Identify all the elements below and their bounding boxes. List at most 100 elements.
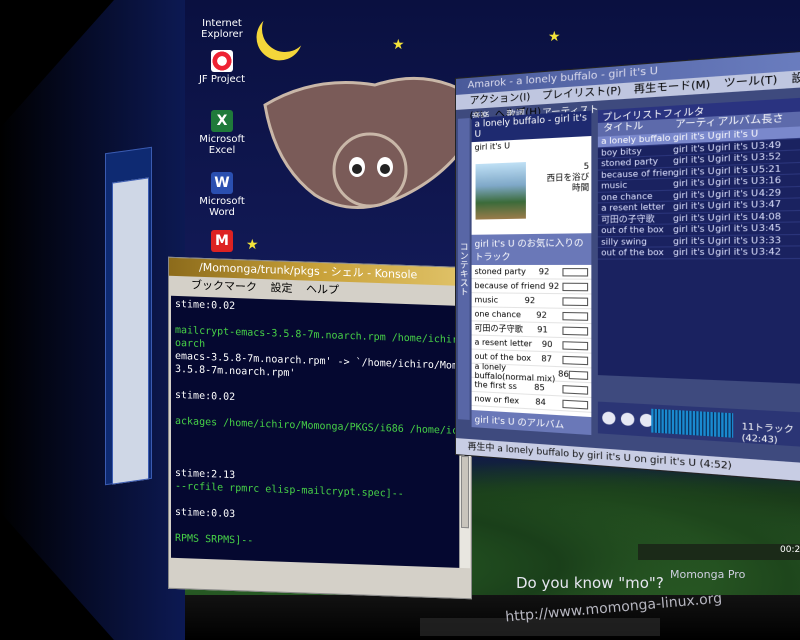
word-icon: W (211, 172, 233, 194)
album-header: girl it's U のアルバム (471, 409, 592, 436)
track-score: 87 (541, 354, 553, 364)
cell-length: 3:16 (758, 175, 782, 186)
m-app-icon: M (211, 230, 233, 252)
score-bar (562, 282, 589, 291)
desktop-icon-label: Internet Explorer (201, 18, 243, 40)
menu-settings[interactable]: 設定 (271, 281, 293, 295)
menu-tools[interactable]: ツール(T) (724, 74, 778, 90)
score-bar (562, 355, 589, 365)
analyzer-visualizer (651, 408, 734, 438)
cell-album: girl it's U (715, 223, 759, 234)
info-line: 時間 (572, 182, 590, 193)
cell-title: a resent letter (601, 201, 665, 213)
cell-title: music (601, 180, 628, 191)
cell-artist: girl it's U (672, 212, 715, 223)
sidetab-context[interactable]: コンテキスト (457, 118, 470, 420)
terminal-output[interactable]: stime:0.02 mailcrypt-emacs-3.5.8-7m.noar… (171, 295, 459, 568)
favorite-track[interactable]: because of friend 92 (471, 279, 592, 295)
col-length[interactable]: 長さ (761, 112, 786, 128)
prev-button[interactable] (602, 411, 616, 425)
now-playing-info: 5 西日を浴び 時間 (530, 161, 590, 194)
desktop-icon-excel[interactable]: X Microsoft Excel (192, 110, 252, 156)
favorites-list: stoned party 92 because of friend 92 music 92… (471, 264, 592, 413)
track-name: the first ss (474, 379, 517, 392)
cell-artist: girl it's U (672, 165, 715, 178)
cell-album: girl it's U (715, 128, 759, 141)
menu-bookmarks[interactable]: ブックマーク (191, 278, 257, 293)
cell-album: girl it's U (715, 152, 759, 164)
menu-playmode[interactable]: 再生モード(M) (634, 79, 711, 96)
score-bar (562, 296, 589, 306)
track-score: 92 (538, 267, 550, 277)
cell-album: girl it's U (715, 211, 759, 223)
cube-left-face (0, 0, 190, 640)
cell-album: girl it's U (715, 175, 759, 188)
cell-artist: girl it's U (672, 177, 715, 189)
track-name: stoned party (474, 267, 526, 277)
score-bar (562, 340, 589, 350)
score-bar (562, 384, 589, 395)
cell-length: 3:49 (758, 139, 782, 151)
desktop-icon-m[interactable]: M (192, 230, 252, 254)
cell-length: 3:45 (758, 222, 782, 234)
star-icon: ★ (548, 29, 561, 45)
menu-playlist[interactable]: プレイリスト(P) (542, 85, 621, 102)
cell-album: girl it's U (715, 164, 759, 176)
kde-panel (638, 544, 800, 560)
cell-length: 3:33 (758, 234, 782, 246)
playlist-panel: プレイリストフィルタ タイトル アーティスト アルバム 長さ a lonely … (597, 97, 800, 385)
track-score: 92 (548, 281, 560, 292)
konsole-window[interactable]: /Momonga/trunk/pkgs - シェル - Konsole ブックマ… (168, 256, 472, 600)
desktop-icon-word[interactable]: W Microsoft Word (192, 172, 252, 218)
menu-help[interactable]: ヘルプ (306, 283, 339, 297)
playlist-row[interactable]: out of the box girl it's Ugirl it's U 3:42 (597, 246, 800, 260)
track-name: a resent letter (474, 337, 533, 349)
cell-length: 3:52 (758, 151, 782, 163)
excel-icon: X (211, 110, 233, 132)
track-name: because of friend (474, 281, 546, 291)
track-score: 86 (558, 369, 569, 380)
cell-title: one chance (601, 190, 653, 202)
cell-length: 3:47 (758, 198, 782, 210)
desktop-icon-label: Microsoft Excel (199, 134, 245, 156)
cell-title: out of the box (601, 247, 664, 258)
album-cover-image (475, 162, 526, 220)
left-face-window-content (112, 177, 149, 485)
track-score: 84 (535, 397, 546, 408)
menu-action[interactable]: アクション(I) (470, 92, 531, 107)
amarok-window[interactable]: Amarok - a lonely buffalo - girl it's U … (455, 49, 800, 484)
context-browser: a lonely buffalo - girl it's U girl it's… (471, 110, 592, 436)
cell-album: girl it's U (715, 140, 759, 153)
play-button[interactable] (620, 412, 635, 427)
cell-artist: girl it's U (672, 130, 715, 143)
score-bar (568, 370, 589, 380)
track-score: 85 (534, 382, 545, 393)
track-score: 92 (536, 310, 547, 320)
cell-artist: girl it's U (672, 142, 715, 155)
cell-album: girl it's U (715, 187, 759, 199)
cell-title: silly swing (601, 236, 647, 247)
cell-length: 4:08 (758, 210, 782, 222)
cell-album: girl it's U (715, 234, 759, 246)
cell-artist: girl it's U (672, 200, 715, 212)
cell-title: out of the box (601, 224, 664, 236)
score-bar (562, 267, 589, 276)
favorite-track[interactable]: stoned party 92 (471, 264, 592, 280)
scrollbar-thumb[interactable] (461, 455, 469, 529)
desktop-icon-label: Microsoft Word (199, 196, 245, 218)
track-score: 90 (541, 339, 553, 350)
desktop-icon-jf-project[interactable]: JF Project (192, 50, 252, 85)
track-name: now or flex (474, 394, 520, 406)
desktop-icon-internet-explorer[interactable]: Internet Explorer (192, 0, 252, 40)
score-bar (562, 326, 589, 336)
track-score: 91 (537, 324, 548, 335)
cell-artist: girl it's U (672, 188, 715, 200)
cell-artist: girl it's U (672, 154, 715, 166)
slogan-text: Do you know "mo"? (516, 574, 664, 592)
track-count: 11トラック (42:43) (741, 421, 794, 446)
clock[interactable]: 00:27 (780, 545, 800, 555)
cell-album: girl it's U (715, 246, 759, 258)
cell-length: 3:42 (758, 246, 782, 257)
track-name: music (474, 295, 499, 305)
cell-length: 5:21 (758, 163, 782, 175)
